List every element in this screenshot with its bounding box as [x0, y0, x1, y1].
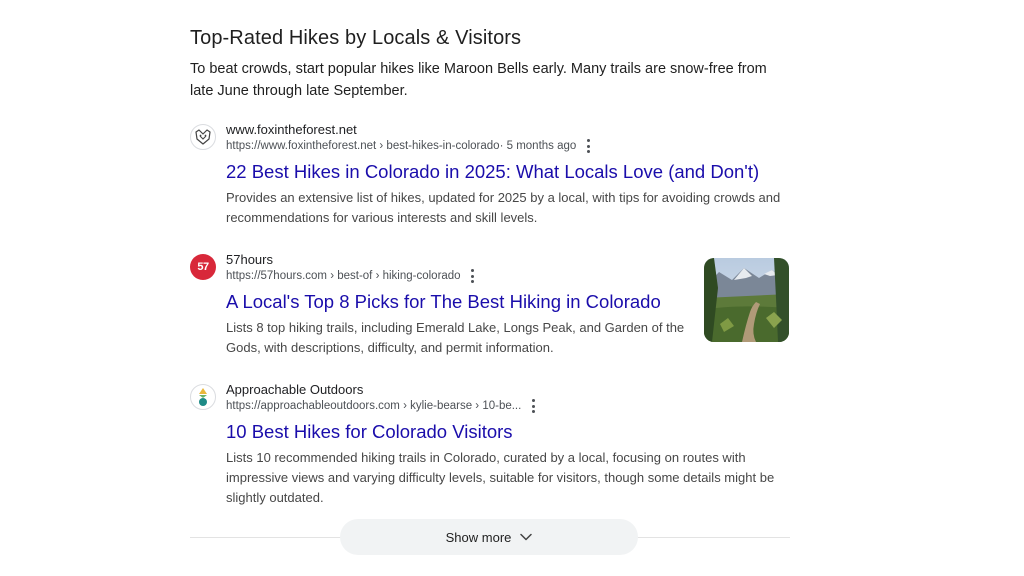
favicon-text: 57	[197, 261, 209, 273]
site-url-row: https://57hours.com › best-of › hiking-c…	[226, 269, 475, 283]
search-results-page: Top-Rated Hikes by Locals & Visitors To …	[0, 0, 1024, 576]
section-intro: To beat crowds, start popular hikes like…	[190, 61, 767, 99]
site-url[interactable]: https://57hours.com › best-of › hiking-c…	[226, 270, 461, 282]
result-age: · 5 months ago	[499, 140, 577, 152]
result-snippet: Lists 8 top hiking trails, including Eme…	[226, 320, 685, 355]
section-title: Top-Rated Hikes by Locals & Visitors	[190, 27, 522, 49]
site-url-row: https://approachableoutdoors.com › kylie…	[226, 399, 535, 413]
more-options-icon[interactable]	[531, 399, 535, 413]
57hours-logo-icon[interactable]: 57	[190, 254, 216, 280]
site-name[interactable]: www.foxintheforest.net	[226, 122, 357, 137]
site-url[interactable]: https://approachableoutdoors.com › kylie…	[226, 400, 521, 412]
show-more-label: Show more	[445, 529, 512, 545]
fox-logo-icon[interactable]	[190, 124, 216, 150]
fox-logo-icon-graphic	[195, 129, 211, 145]
result-snippet: Lists 10 recommended hiking trails in Co…	[226, 450, 775, 505]
site-name[interactable]: 57hours	[226, 252, 273, 267]
approachable-outdoors-logo-graphic	[199, 388, 207, 406]
mountain-trail-image	[704, 258, 789, 342]
result-title-link[interactable]: A Local's Top 8 Picks for The Best Hikin…	[226, 291, 661, 313]
chevron-down-icon	[520, 533, 533, 541]
more-options-icon[interactable]	[471, 269, 475, 283]
result-snippet: Provides an extensive list of hikes, upd…	[226, 190, 781, 225]
site-url[interactable]: https://www.foxintheforest.net › best-hi…	[226, 140, 500, 152]
show-more-button[interactable]: Show more	[340, 519, 638, 555]
approachable-outdoors-logo-icon[interactable]	[190, 384, 216, 410]
result-title-link[interactable]: 22 Best Hikes in Colorado in 2025: What …	[226, 161, 759, 183]
more-options-icon[interactable]	[586, 139, 590, 153]
site-name[interactable]: Approachable Outdoors	[226, 382, 363, 397]
mountain-trail-thumbnail[interactable]	[704, 258, 789, 342]
site-url-row: https://www.foxintheforest.net › best-hi…	[226, 139, 590, 153]
result-title-link[interactable]: 10 Best Hikes for Colorado Visitors	[226, 421, 513, 443]
